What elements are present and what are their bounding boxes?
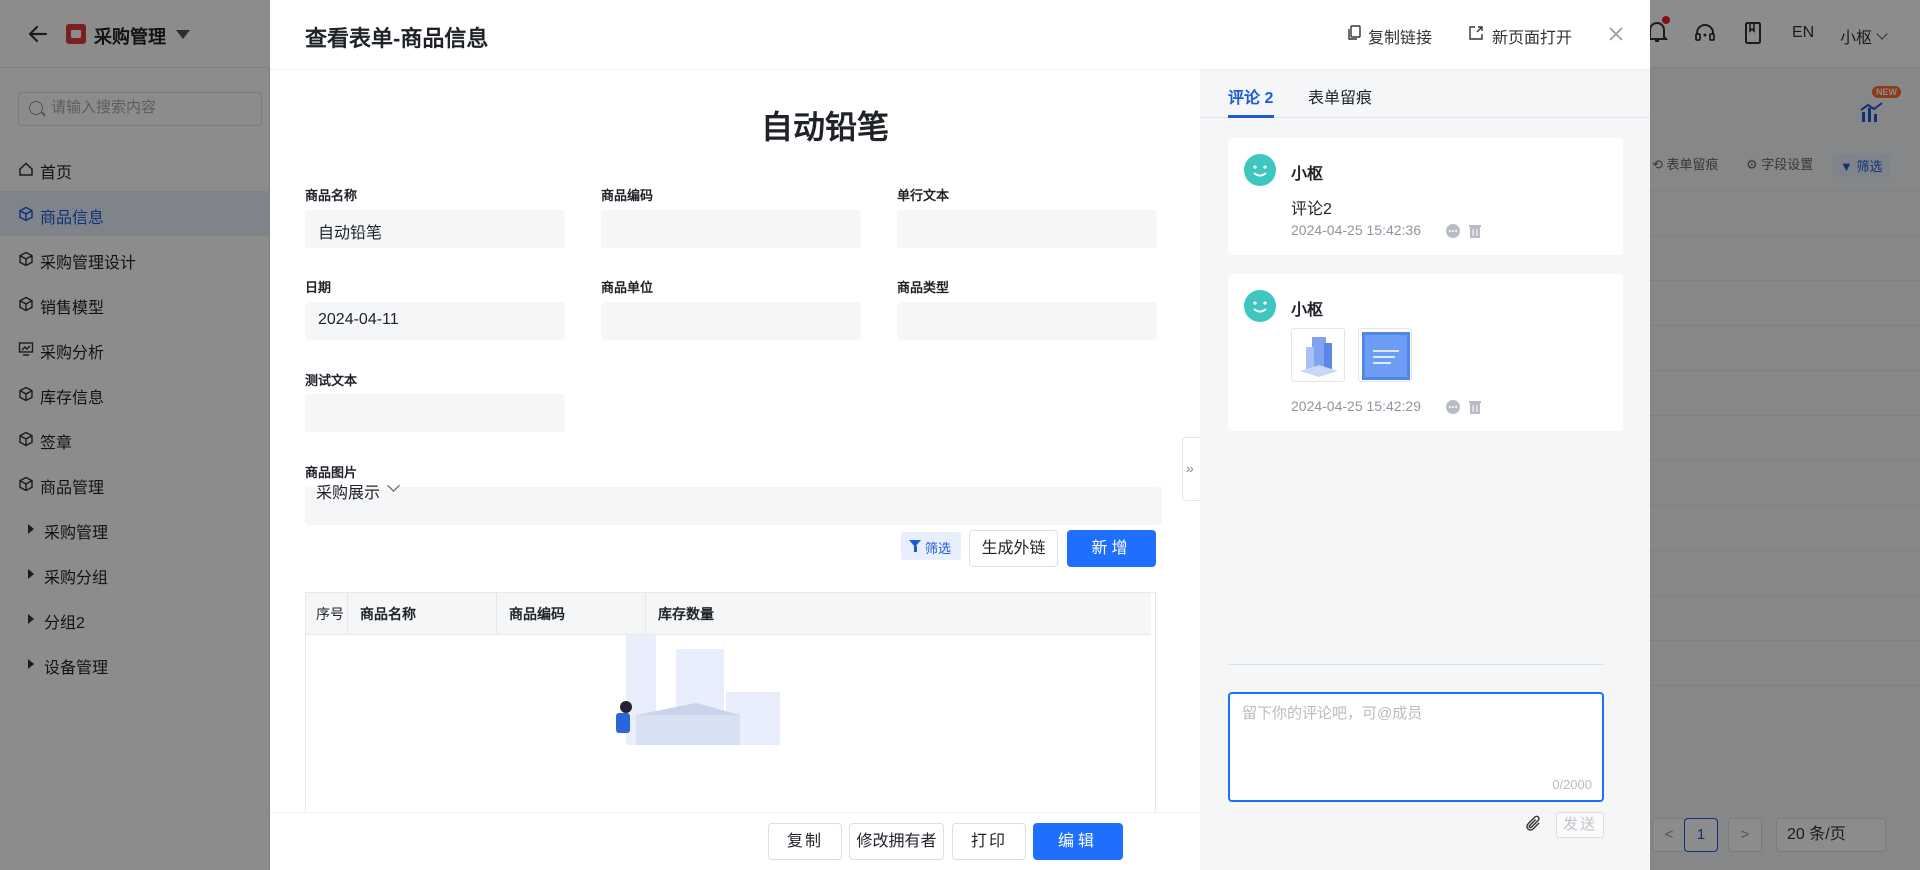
filter-icon xyxy=(909,540,921,552)
banner-image-icon xyxy=(1362,332,1410,380)
field-label-test-text: 测试文本 xyxy=(305,373,358,388)
generate-external-link-button[interactable]: 生成外链 xyxy=(969,530,1058,567)
section-toggle-purchase-display[interactable]: 采购展示 xyxy=(316,479,380,503)
column-header-seq: 序号 xyxy=(306,593,348,635)
collapse-panel-handle[interactable]: » xyxy=(1182,437,1200,501)
comment-card: 小枢 2024-04-25 15:42:29 xyxy=(1228,274,1623,431)
print-button[interactable]: 打印 xyxy=(952,823,1026,860)
edit-button[interactable]: 编辑 xyxy=(1033,823,1123,860)
comment-text: 评论2 xyxy=(1291,201,1332,218)
field-value-type xyxy=(897,302,1157,340)
subtable-filter-button[interactable]: 筛选 xyxy=(901,532,961,560)
char-counter: 0/2000 xyxy=(1552,777,1592,792)
building-image-icon xyxy=(1300,337,1338,377)
field-value-date: 2024-04-11 xyxy=(305,302,565,340)
close-icon[interactable] xyxy=(1606,24,1626,44)
column-header-code: 商品编码 xyxy=(497,593,646,635)
double-chevron-right-icon: » xyxy=(1186,460,1194,476)
comment-time: 2024-04-25 15:42:29 xyxy=(1291,398,1421,414)
field-value-name: 自动铅笔 xyxy=(305,210,565,248)
field-value-code xyxy=(601,210,861,248)
comment-author: 小枢 xyxy=(1291,166,1324,183)
comments-divider xyxy=(1228,664,1604,665)
external-link-icon xyxy=(1469,26,1483,40)
field-label-date: 日期 xyxy=(305,280,332,295)
tab-form-trace[interactable]: 表单留痕 xyxy=(1308,84,1372,108)
comment-image-thumbnail[interactable] xyxy=(1291,328,1345,382)
send-button[interactable]: 发送 xyxy=(1556,812,1604,838)
field-label-name: 商品名称 xyxy=(305,188,358,203)
comment-time: 2024-04-25 15:42:36 xyxy=(1291,222,1421,238)
modal-header: 查看表单-商品信息 复制链接 新页面打开 xyxy=(270,0,1650,70)
column-header-name: 商品名称 xyxy=(348,593,497,635)
modal-title: 查看表单-商品信息 xyxy=(305,26,489,51)
modal-footer: 复制 修改拥有者 打印 编辑 xyxy=(270,812,1200,870)
reply-icon[interactable] xyxy=(1446,400,1460,414)
avatar xyxy=(1244,290,1276,322)
field-label-code: 商品编码 xyxy=(601,188,654,203)
change-owner-button[interactable]: 修改拥有者 xyxy=(849,823,944,860)
comment-author: 小枢 xyxy=(1291,302,1324,319)
reply-icon[interactable] xyxy=(1446,224,1460,238)
delete-icon[interactable] xyxy=(1468,224,1482,238)
copy-icon xyxy=(1348,25,1361,40)
field-value-image xyxy=(305,487,1162,525)
open-new-page-button[interactable]: 新页面打开 xyxy=(1492,24,1572,48)
field-label-type: 商品类型 xyxy=(897,280,950,295)
comment-card: 小枢 评论2 2024-04-25 15:42:36 xyxy=(1228,138,1623,255)
paperclip-icon[interactable] xyxy=(1525,815,1543,833)
comment-image-thumbnail[interactable] xyxy=(1358,328,1412,382)
subtable: 序号 商品名称 商品编码 库存数量 xyxy=(305,592,1156,812)
comment-input-box[interactable]: 0/2000 xyxy=(1228,692,1604,802)
subtable-header: 序号 商品名称 商品编码 库存数量 xyxy=(306,593,1151,635)
column-header-stock: 库存数量 xyxy=(658,606,714,622)
field-value-test-text xyxy=(305,394,565,432)
subtable-filter-label: 筛选 xyxy=(925,541,952,556)
comment-textarea[interactable] xyxy=(1242,702,1592,762)
avatar xyxy=(1244,154,1276,186)
copy-button[interactable]: 复制 xyxy=(768,823,842,860)
comments-panel: 评论 2 表单留痕 小枢 评论2 2024-04-25 15:42:36 小枢 … xyxy=(1200,70,1650,870)
copy-link-button[interactable]: 复制链接 xyxy=(1368,24,1432,48)
field-label-unit: 商品单位 xyxy=(601,280,654,295)
field-label-single-text: 单行文本 xyxy=(897,188,950,203)
view-form-modal: 查看表单-商品信息 复制链接 新页面打开 自动铅笔 商品名称 自动铅笔 商品编码… xyxy=(270,0,1650,870)
tab-comments[interactable]: 评论 2 xyxy=(1228,84,1273,108)
field-value-unit xyxy=(601,302,861,340)
delete-icon[interactable] xyxy=(1468,400,1482,414)
active-tab-indicator xyxy=(1228,115,1274,118)
add-row-button[interactable]: 新增 xyxy=(1067,530,1156,567)
field-value-single-text xyxy=(897,210,1157,248)
empty-state-illustration xyxy=(616,635,780,745)
comments-tabs: 评论 2 表单留痕 xyxy=(1200,70,1650,118)
